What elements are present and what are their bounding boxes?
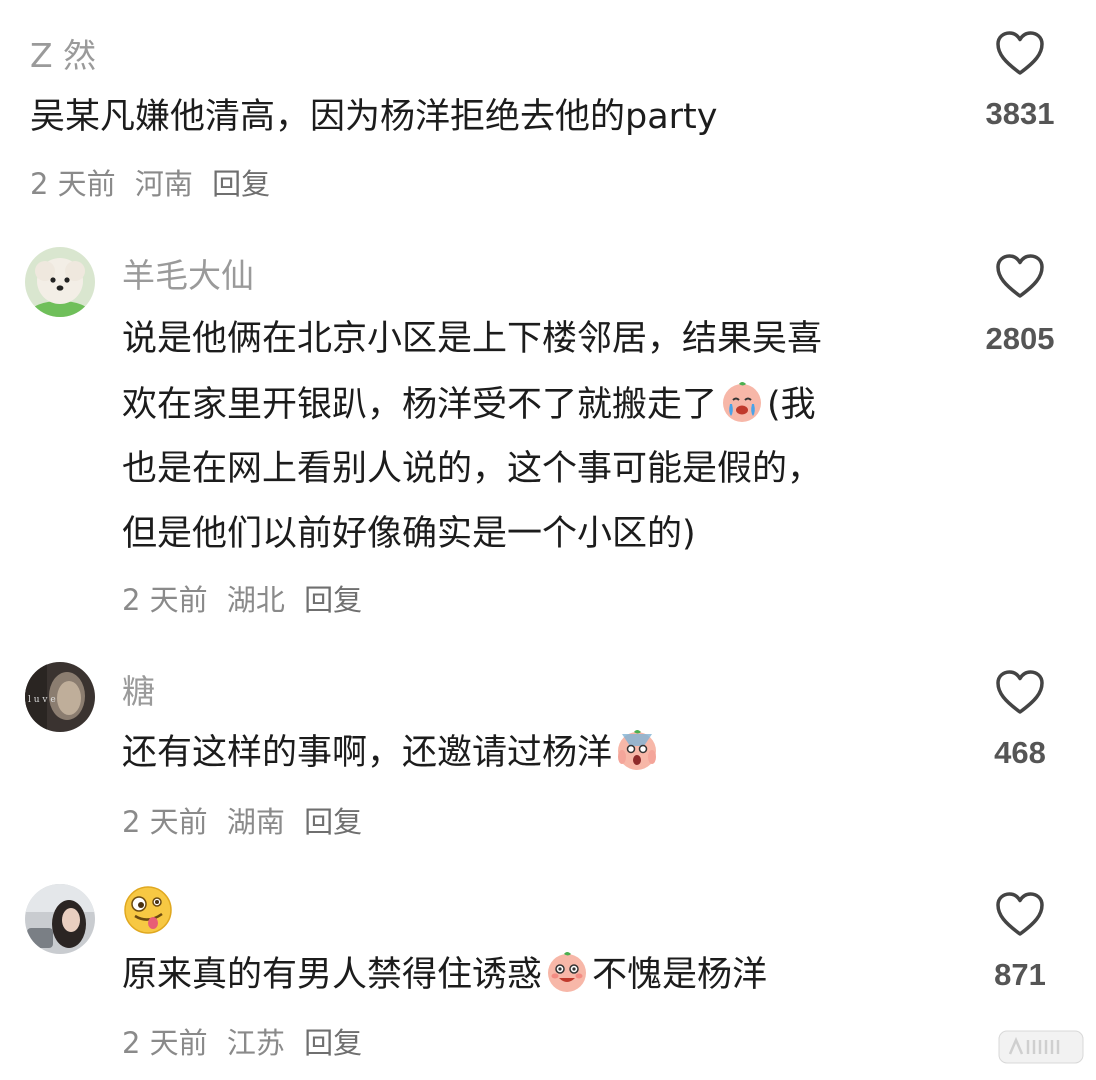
comment-location: 河南 (134, 167, 193, 201)
comment-text-segment: 还有这样的事啊，还邀请过杨洋 (122, 733, 613, 773)
drooling-peach-emoji (548, 952, 587, 992)
comment-list: Z 然 吴某凡嫌他清高，因为杨洋拒绝去他的party 2 天前 河南 回复 38… (0, 0, 1096, 1080)
girl-in-car-avatar[interactable] (25, 884, 95, 954)
like-button[interactable]: 871 (965, 891, 1075, 993)
comment-meta: 2 天前 江苏 回复 (122, 1025, 372, 1061)
comment-text-line: 说是他俩在北京小区是上下楼邻居，结果吴喜 (122, 319, 823, 359)
comment-text-segment: 不愧是杨洋 (592, 955, 768, 995)
heart-icon (996, 670, 1044, 714)
comment-text-segment: 原来真的有男人禁得住诱惑 (122, 955, 543, 995)
comment-text-segment: (我 (767, 385, 816, 425)
comment-location: 湖南 (226, 805, 285, 839)
comment-text: 还有这样的事啊，还邀请过杨洋 (122, 722, 662, 785)
comment-text-segment: 欢在家里开银趴，杨洋受不了就搬走了 (122, 385, 718, 425)
heart-icon (996, 31, 1044, 75)
like-button[interactable]: 3831 (965, 30, 1075, 132)
comment-author[interactable]: Z 然 (30, 36, 96, 76)
comment-meta: 2 天前 河南 回复 (30, 166, 280, 202)
comment-meta: 2 天前 湖南 回复 (122, 804, 372, 840)
crazy-face-emoji-icon (124, 886, 172, 934)
svg-text:l u v e: l u v e (28, 695, 56, 705)
white-dog-avatar[interactable] (25, 247, 95, 317)
like-button[interactable]: 468 (965, 669, 1075, 771)
comment-author[interactable]: 羊毛大仙 (122, 256, 254, 296)
comment-location: 江苏 (226, 1026, 285, 1060)
comment-text-line: 也是在网上看别人说的，这个事可能是假的， (122, 449, 823, 489)
comment-author[interactable]: 糖 (122, 672, 155, 712)
comment-text-line: 欢在家里开银趴，杨洋受不了就搬走了 (我 (122, 374, 816, 437)
heart-icon (996, 892, 1044, 936)
heart-icon (996, 254, 1044, 298)
like-button[interactable]: 2805 (965, 253, 1075, 357)
dark-portrait-avatar[interactable]: l u v e (25, 662, 95, 732)
reply-button[interactable]: 回复 (304, 1026, 362, 1060)
reply-button[interactable]: 回复 (212, 167, 270, 201)
screaming-peach-emoji (618, 730, 657, 770)
crying-peach-emoji (723, 382, 762, 422)
comment-meta: 2 天前 湖北 回复 (122, 582, 372, 618)
reply-button[interactable]: 回复 (304, 583, 362, 617)
like-count: 2805 (985, 321, 1055, 356)
comment-location: 湖北 (226, 583, 285, 617)
like-count: 468 (994, 735, 1046, 770)
comment-text-line: 但是他们以前好像确实是一个小区的) (122, 514, 696, 554)
comment-text: 原来真的有男人禁得住诱惑 不愧是杨洋 (122, 944, 767, 1007)
comment-time: 2 天前 (122, 805, 208, 839)
comment-time: 2 天前 (122, 583, 208, 617)
comment-author[interactable] (122, 884, 174, 945)
comment-text: 吴某凡嫌他清高，因为杨洋拒绝去他的party (30, 97, 718, 137)
comment-time: 2 天前 (122, 1026, 208, 1060)
reply-button[interactable]: 回复 (304, 805, 362, 839)
like-count: 871 (994, 957, 1046, 992)
watermark-logo (998, 1030, 1084, 1064)
like-count: 3831 (985, 96, 1055, 131)
comment-time: 2 天前 (30, 167, 116, 201)
